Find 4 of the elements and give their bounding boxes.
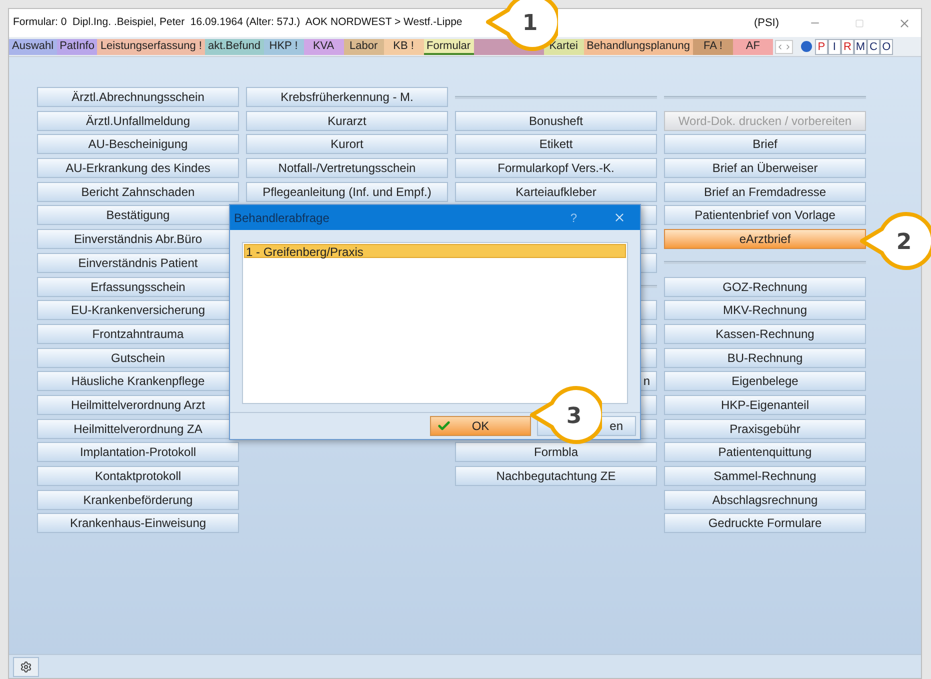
- window-tag: (PSI): [754, 14, 779, 32]
- callout-tooltip: 3: [530, 385, 602, 445]
- window-title: Formular: 0 Dipl.Ing. .Beispiel, Peter 16.09.1964 (Alter: 57J.) AOK NORDWEST > Westf.-Lippe: [13, 15, 462, 30]
- callout-tooltip: 2: [860, 211, 931, 271]
